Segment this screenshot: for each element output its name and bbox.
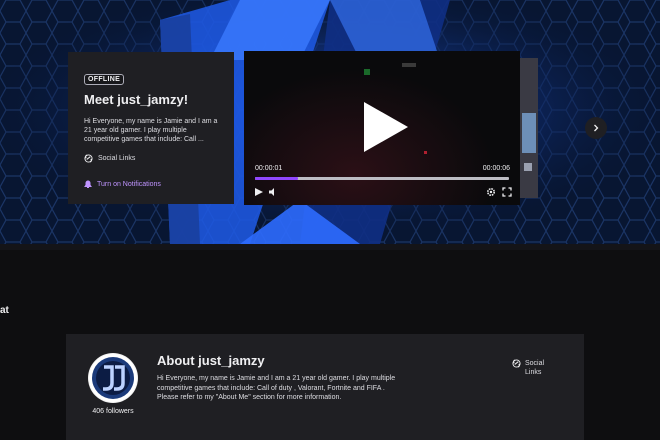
about-panel: 406 followers About just_jamzy Hi Everyo…: [66, 334, 584, 440]
gear-icon[interactable]: [486, 187, 496, 197]
video-player[interactable]: 00:00:01 00:00:06: [244, 51, 520, 205]
about-social-links-label: Social Links: [525, 360, 545, 376]
link-icon: [512, 359, 521, 368]
banner-divider: [0, 244, 660, 250]
volume-icon[interactable]: [268, 187, 278, 197]
offline-badge: OFFLINE: [84, 74, 125, 85]
chevron-right-icon: [594, 124, 599, 132]
channel-logo: [89, 354, 137, 402]
notifications-button[interactable]: Turn on Notifications: [84, 180, 161, 189]
link-icon: [84, 154, 93, 163]
current-time: 00:00:01: [255, 165, 283, 172]
carousel-next-button[interactable]: [585, 117, 607, 139]
play-icon[interactable]: [254, 187, 264, 197]
about-social-links-button[interactable]: Social Links: [512, 359, 555, 377]
about-title: About just_jamzy: [157, 353, 265, 368]
seek-bar[interactable]: [255, 177, 509, 180]
play-icon-large[interactable]: [364, 102, 408, 152]
fullscreen-icon[interactable]: [502, 187, 512, 197]
card-title: Meet just_jamzy!: [84, 92, 189, 107]
follower-count: 406 followers: [92, 408, 134, 415]
social-links-button[interactable]: Social Links: [84, 154, 218, 163]
section-heading-partial: at: [0, 305, 9, 316]
duration: 00:00:06: [482, 165, 510, 172]
notifications-label: Turn on Notifications: [97, 181, 161, 188]
social-links-label: Social Links: [98, 155, 136, 162]
avatar[interactable]: [88, 353, 138, 403]
offline-info-card: OFFLINE Meet just_jamzy! Hi Everyone, my…: [68, 52, 234, 204]
card-description: Hi Everyone, my name is Jamie and I am a…: [84, 118, 218, 143]
bell-icon: [84, 180, 92, 188]
next-video-thumbnail[interactable]: [520, 58, 538, 198]
about-description: Hi Everyone, my name is Jamie and I am a…: [157, 375, 396, 401]
seek-bar-fill: [255, 177, 299, 180]
